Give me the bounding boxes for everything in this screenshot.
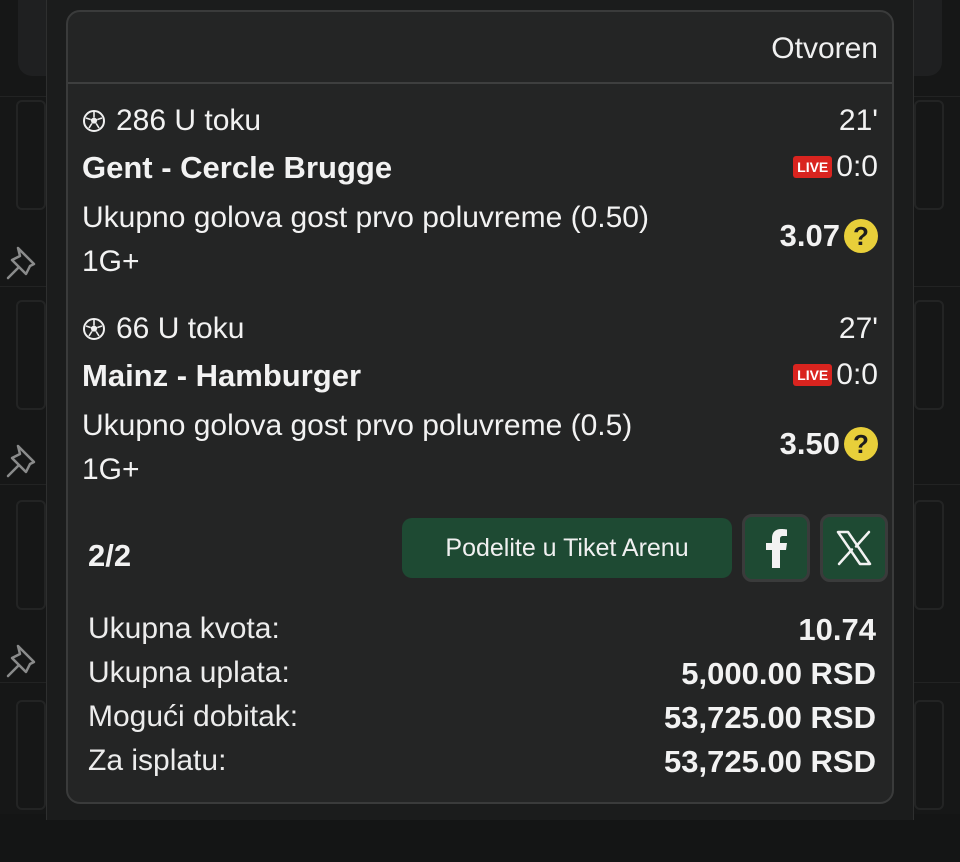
event-minute: 21' xyxy=(838,104,878,137)
background-card-right xyxy=(914,700,944,810)
event-code: 66 xyxy=(116,312,150,345)
summary-label: Za isplatu: xyxy=(88,744,227,777)
help-icon[interactable]: ? xyxy=(844,219,878,253)
pin-icon[interactable] xyxy=(4,440,44,480)
event-odds: 3.07 xyxy=(779,218,840,253)
summary-row-potential-win: Mogući dobitak: 53,725.00 RSD xyxy=(88,700,876,744)
event-state: U toku xyxy=(157,312,245,345)
background-card-left xyxy=(16,500,46,610)
event-market: Ukupno golova gost prvo poluvreme (0.5) … xyxy=(82,404,772,492)
event-market: Ukupno golova gost prvo poluvreme (0.50)… xyxy=(82,196,772,284)
event-item[interactable]: 66 U toku 27' Mainz - Hamburger LIVE 0:0… xyxy=(82,312,878,492)
event-item[interactable]: 286 U toku 21' Gent - Cercle Brugge LIVE… xyxy=(82,104,878,284)
summary-value: 53,725.00 RSD xyxy=(664,700,876,735)
event-minute: 27' xyxy=(838,312,878,345)
live-badge: LIVE xyxy=(793,156,833,178)
facebook-share-button[interactable] xyxy=(742,514,810,582)
summary-row-total-odds: Ukupna kvota: 10.74 xyxy=(88,612,876,656)
background-card-right xyxy=(914,500,944,610)
x-logo-icon xyxy=(836,530,872,566)
event-meta: 286 U toku xyxy=(82,104,261,138)
market-name: Ukupno golova gost prvo poluvreme (0.5) xyxy=(82,409,633,442)
summary-label: Mogući dobitak: xyxy=(88,700,299,733)
event-teams: Mainz - Hamburger xyxy=(82,358,362,393)
market-pick: 1G+ xyxy=(82,245,140,278)
pin-icon[interactable] xyxy=(4,242,44,282)
share-tiket-arena-button[interactable]: Podelite u Tiket Arenu xyxy=(402,518,732,578)
live-badge: LIVE xyxy=(793,364,833,386)
background-card-left xyxy=(16,100,46,210)
event-score: 0:0 xyxy=(836,150,878,183)
ticket-status: Otvoren xyxy=(771,32,878,65)
ticket-header: Otvoren xyxy=(68,12,892,84)
event-odds: 3.50 xyxy=(779,426,840,461)
pin-icon[interactable] xyxy=(4,640,44,680)
event-count: 2/2 xyxy=(88,538,132,573)
event-score-wrap: LIVE 0:0 xyxy=(793,358,878,392)
background-card-right xyxy=(914,300,944,410)
background-card-left xyxy=(16,700,46,810)
event-code: 286 xyxy=(116,104,167,137)
event-state: U toku xyxy=(174,104,262,137)
event-teams: Gent - Cercle Brugge xyxy=(82,150,393,185)
event-odds-wrap: 3.50 ? xyxy=(780,426,878,462)
ticket-card: Otvoren 286 U toku 21' Gent - Cercle Bru… xyxy=(66,10,894,804)
summary-label: Ukupna kvota: xyxy=(88,612,280,645)
help-icon[interactable]: ? xyxy=(844,427,878,461)
market-pick: 1G+ xyxy=(82,453,140,486)
event-score-wrap: LIVE 0:0 xyxy=(793,150,878,184)
event-odds-wrap: 3.07 ? xyxy=(780,218,878,254)
background-card-left xyxy=(16,300,46,410)
x-share-button[interactable] xyxy=(820,514,888,582)
summary-value: 10.74 xyxy=(798,612,876,647)
event-score: 0:0 xyxy=(836,358,878,391)
summary-label: Ukupna uplata: xyxy=(88,656,290,689)
ticket-summary: Ukupna kvota: 10.74 Ukupna uplata: 5,000… xyxy=(88,612,876,788)
background-card-right xyxy=(914,100,944,210)
facebook-icon xyxy=(766,529,787,568)
summary-row-payout: Za isplatu: 53,725.00 RSD xyxy=(88,744,876,788)
soccer-ball-icon xyxy=(83,110,105,132)
soccer-ball-icon xyxy=(83,318,105,340)
event-meta: 66 U toku xyxy=(82,312,244,346)
summary-value: 53,725.00 RSD xyxy=(664,744,876,779)
summary-row-stake: Ukupna uplata: 5,000.00 RSD xyxy=(88,656,876,700)
summary-value: 5,000.00 RSD xyxy=(681,656,876,691)
market-name: Ukupno golova gost prvo poluvreme (0.50) xyxy=(82,201,649,234)
